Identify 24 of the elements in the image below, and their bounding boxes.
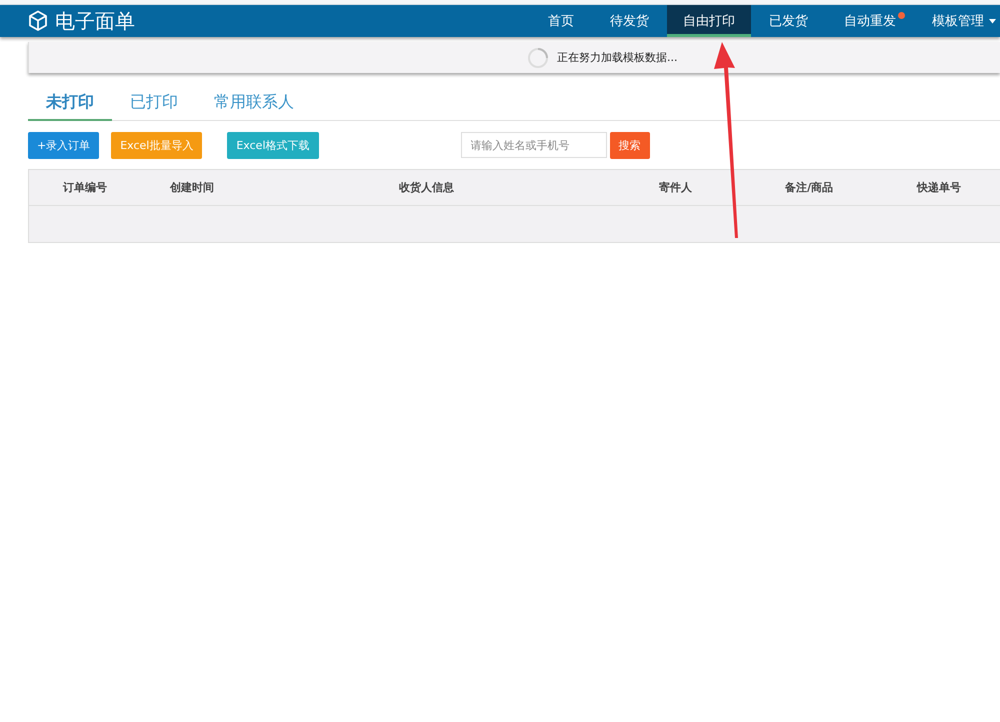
- tab[interactable]: 未打印: [28, 85, 112, 121]
- nav-item[interactable]: 首页: [530, 5, 592, 37]
- search-field[interactable]: 请输入姓名或手机号: [460, 132, 606, 158]
- toolbar-button[interactable]: Excel格式下载: [227, 132, 318, 158]
- toolbar-button[interactable]: +录入订单: [28, 132, 100, 158]
- nav-item[interactable]: 模板管理: [914, 5, 1000, 37]
- column-header: 收货人信息: [398, 180, 456, 195]
- nav-item[interactable]: 自由打印: [667, 5, 751, 37]
- nav-item[interactable]: 自动重发: [826, 5, 914, 37]
- column-header: 快递单号: [916, 180, 962, 195]
- cube-icon: [28, 10, 48, 32]
- nav-item[interactable]: 已发货: [751, 5, 826, 37]
- column-header: 创建时间: [168, 180, 215, 195]
- column-header: 备注/商品: [784, 180, 834, 195]
- loading-message: 正在努力加载模板数据...: [557, 50, 678, 65]
- toolbar-button[interactable]: Excel批量导入: [111, 132, 202, 158]
- nav-item[interactable]: 待发货: [592, 5, 667, 37]
- spinner-icon: [527, 46, 549, 68]
- search-button[interactable]: 搜索: [610, 132, 650, 158]
- column-header: 订单编号: [62, 180, 108, 195]
- tab[interactable]: 常用联系人: [196, 85, 312, 121]
- tab[interactable]: 已打印: [112, 85, 196, 121]
- app-title: 电子面单: [55, 8, 135, 34]
- column-header: 寄件人: [658, 180, 693, 195]
